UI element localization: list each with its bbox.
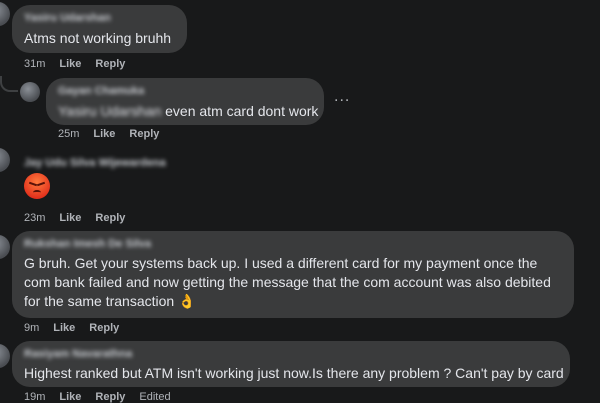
comment-author[interactable]: Rukshan Imesh De Silva [24, 237, 562, 251]
comment-timestamp[interactable]: 25m [58, 128, 79, 140]
reply-button[interactable]: Reply [129, 128, 159, 140]
like-button[interactable]: Like [59, 212, 81, 224]
comment-timestamp[interactable]: 19m [24, 391, 45, 403]
thread-connector [0, 76, 18, 92]
reply-button[interactable]: Reply [89, 322, 119, 334]
comment-author[interactable]: Rasiyam Navarathna [24, 347, 558, 361]
comment-bubble: Rasiyam Navarathna Highest ranked but AT… [12, 341, 570, 387]
comment-author[interactable]: Jay Udu Silva Wijewardena [24, 156, 166, 170]
like-button[interactable]: Like [59, 391, 81, 403]
reply-button[interactable]: Reply [95, 391, 125, 403]
comment-text: Yasiru Udarshan even atm card dont work [58, 102, 318, 121]
angry-face-icon [24, 173, 50, 199]
comment-actions: 19m Like Reply Edited [24, 391, 171, 403]
like-button[interactable]: Like [59, 58, 81, 70]
comment-actions: 25m Like Reply [58, 128, 159, 140]
avatar[interactable] [0, 235, 10, 259]
comment-author[interactable]: Gayan Chamuka [58, 84, 312, 98]
comment-actions: 9m Like Reply [24, 322, 119, 334]
like-button[interactable]: Like [53, 322, 75, 334]
comment-bubble: Yasiru Udarshan Atms not working bruhh [12, 5, 187, 53]
avatar[interactable] [0, 148, 10, 172]
comment-actions: 23m Like Reply [24, 212, 125, 224]
avatar[interactable] [0, 2, 10, 26]
like-button[interactable]: Like [93, 128, 115, 140]
comment-timestamp[interactable]: 31m [24, 58, 45, 70]
comment-bubble: Gayan Chamuka Yasiru Udarshan even atm c… [46, 78, 324, 125]
comment-text: G bruh. Get your systems back up. I used… [24, 255, 551, 309]
comment-text: Highest ranked but ATM isn't working jus… [24, 365, 564, 381]
comment-bubble: Rukshan Imesh De Silva G bruh. Get your … [12, 231, 574, 318]
comment-author[interactable]: Yasiru Udarshan [24, 11, 175, 25]
comment-timestamp[interactable]: 23m [24, 212, 45, 224]
avatar[interactable] [0, 344, 10, 368]
comment-text-body: even atm card dont work [161, 103, 319, 119]
more-options-button[interactable]: ... [334, 88, 350, 106]
edited-label: Edited [139, 391, 171, 403]
reply-button[interactable]: Reply [95, 58, 125, 70]
mention-link[interactable]: Yasiru Udarshan [58, 103, 161, 119]
comment-text: Atms not working bruhh [24, 30, 172, 46]
comment-timestamp[interactable]: 9m [24, 322, 39, 334]
avatar[interactable] [20, 82, 40, 102]
reply-button[interactable]: Reply [95, 212, 125, 224]
comment-actions: 31m Like Reply [24, 58, 125, 70]
